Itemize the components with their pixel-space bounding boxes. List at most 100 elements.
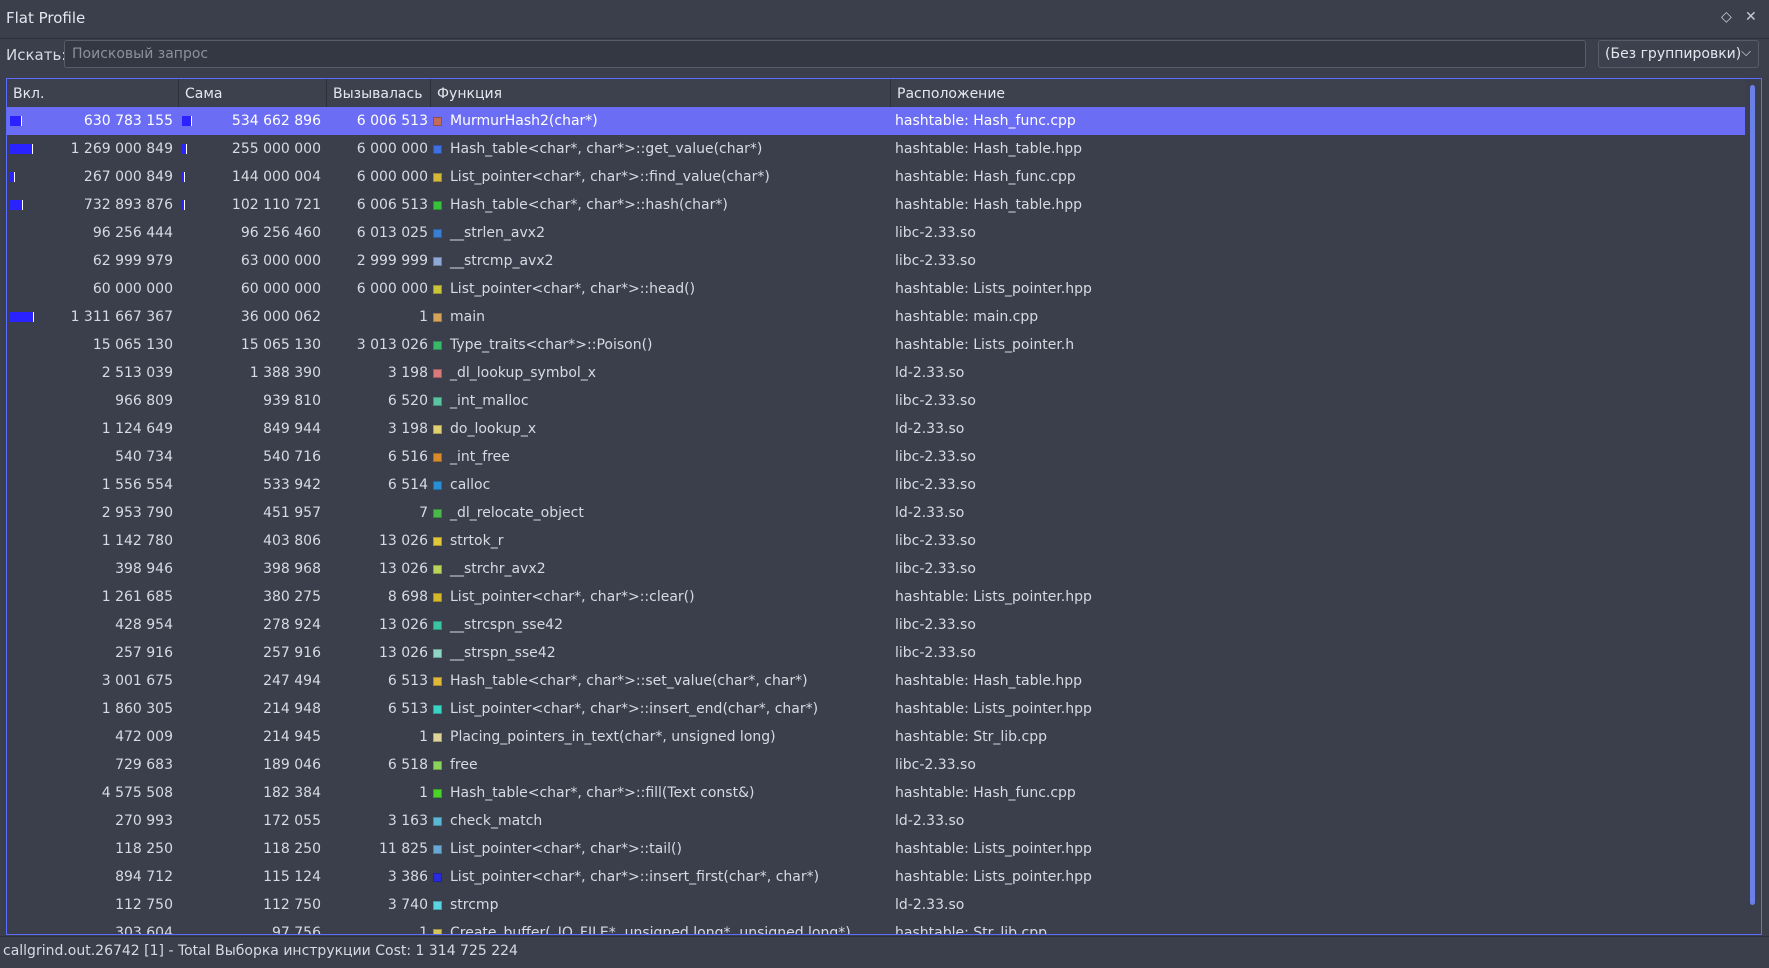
title-bar: Flat Profile ◇ ✕ [0,0,1769,39]
table-row[interactable]: 15 065 130 15 065 130 3 013 026 Type_traits… [7,331,1745,359]
function-cell: Create_buffer(_IO_FILE*, unsigned long*,… [433,919,889,934]
location: libc-2.33.so [895,449,976,465]
table-row[interactable]: 270 993 172 055 3 163 check_match ld-2.33.so [7,807,1745,835]
self-cost: 189 046 [263,757,321,773]
table-row[interactable]: 62 999 979 63 000 000 2 999 999 __strcmp_av… [7,247,1745,275]
table-row[interactable]: 112 750 112 750 3 740 strcmp ld-2.33.so [7,891,1745,919]
inclusive-cost: 4 575 508 [101,785,173,801]
inclusive-cost: 1 269 000 849 [70,141,173,157]
table-row[interactable]: 428 954 278 924 13 026 __strcspn_sse42 libc-… [7,611,1745,639]
function-name: __strcmp_avx2 [450,253,554,269]
table-row[interactable]: 118 250 118 250 11 825 List_pointer<char*, … [7,835,1745,863]
call-count: 6 006 513 [356,113,428,129]
function-cell: free [433,751,889,779]
call-count: 13 026 [379,533,428,549]
table-row[interactable]: 1 860 305 214 948 6 513 List_pointer<char*,… [7,695,1745,723]
table-row[interactable]: 257 916 257 916 13 026 __strspn_sse42 libc-2… [7,639,1745,667]
table-row[interactable]: 303 604 97 756 1 Create_buffer(_IO_FILE*, u… [7,919,1745,935]
call-count: 1 [419,309,428,325]
cost-color-square-icon [433,901,442,910]
function-cell: calloc [433,471,889,499]
column-header-location[interactable]: Расположение [891,79,1745,107]
table-row[interactable]: 1 269 000 849 255 000 000 6 000 000 Hash_ta… [7,135,1745,163]
table-row[interactable]: 96 256 444 96 256 460 6 013 025 __strlen_av… [7,219,1745,247]
search-input[interactable] [64,40,1586,68]
location: hashtable: Hash_func.cpp [895,169,1076,185]
self-cost: 214 948 [263,701,321,717]
grouping-select-value: (Без группировки) [1605,46,1742,62]
call-count: 1 [419,925,428,935]
table-row[interactable]: 732 893 876 102 110 721 6 006 513 Hash_tabl… [7,191,1745,219]
inclusive-cost: 2 953 790 [101,505,173,521]
scrollbar-thumb[interactable] [1750,85,1755,905]
table-row[interactable]: 966 809 939 810 6 520 _int_malloc libc-2.33.… [7,387,1745,415]
column-header-function[interactable]: Функция [431,79,891,107]
table-row[interactable]: 630 783 155 534 662 896 6 006 513 MurmurHas… [7,107,1745,135]
self-cost: 255 000 000 [231,141,321,157]
flat-profile-table[interactable]: Вкл. Сама Вызывалась Функция Расположени… [6,78,1762,935]
table-row[interactable]: 1 556 554 533 942 6 514 calloc libc-2.33.so [7,471,1745,499]
grouping-select[interactable]: (Без группировки) ⌵ [1598,40,1759,68]
self-cost: 451 957 [263,505,321,521]
table-row[interactable]: 398 946 398 968 13 026 __strchr_avx2 libc-2.… [7,555,1745,583]
location: hashtable: Str_lib.cpp [895,925,1047,935]
table-row[interactable]: 2 513 039 1 388 390 3 198 _dl_lookup_symbol… [7,359,1745,387]
inclusive-cost: 118 250 [115,841,173,857]
vertical-scrollbar[interactable] [1745,79,1761,934]
function-cell: __strcmp_avx2 [433,247,889,275]
table-row[interactable]: 60 000 000 60 000 000 6 000 000 List_pointe… [7,275,1745,303]
column-header-self[interactable]: Сама [179,79,327,107]
cost-color-square-icon [433,845,442,854]
location: ld-2.33.so [895,505,965,521]
inclusive-cost: 428 954 [115,617,173,633]
table-row[interactable]: 4 575 508 182 384 1 Hash_table<char*, char*… [7,779,1745,807]
call-count: 3 013 026 [356,337,428,353]
table-row[interactable]: 2 953 790 451 957 7 _dl_relocate_object ld-2… [7,499,1745,527]
table-row[interactable]: 1 142 780 403 806 13 026 strtok_r libc-2.33.… [7,527,1745,555]
location: libc-2.33.so [895,617,976,633]
location: hashtable: Hash_table.hpp [895,673,1083,689]
call-count: 3 198 [387,421,428,437]
self-cost: 849 944 [263,421,321,437]
table-row[interactable]: 540 734 540 716 6 516 _int_free libc-2.33.so [7,443,1745,471]
call-count: 2 999 999 [356,253,428,269]
inclusive-cost: 1 556 554 [101,477,173,493]
location: hashtable: Lists_pointer.hpp [895,589,1092,605]
cost-color-square-icon [433,873,442,882]
call-count: 6 518 [387,757,428,773]
call-count: 7 [419,505,428,521]
function-cell: __strchr_avx2 [433,555,889,583]
self-cost: 115 124 [263,869,321,885]
table-row[interactable]: 894 712 115 124 3 386 List_pointer<char*, c… [7,863,1745,891]
self-cost: 15 065 130 [240,337,321,353]
inclusive-cost: 1 261 685 [101,589,173,605]
location: hashtable: Lists_pointer.hpp [895,281,1092,297]
location: libc-2.33.so [895,225,976,241]
function-cell: _dl_lookup_symbol_x [433,359,889,387]
call-count: 6 000 000 [356,169,428,185]
location: libc-2.33.so [895,757,976,773]
function-cell: List_pointer<char*, char*>::insert_first… [433,863,889,891]
table-row[interactable]: 472 009 214 945 1 Placing_pointers_in_text(… [7,723,1745,751]
inclusive-cost: 1 860 305 [101,701,173,717]
table-row[interactable]: 267 000 849 144 000 004 6 000 000 List_poin… [7,163,1745,191]
column-header-called[interactable]: Вызывалась [327,79,431,107]
inclusive-cost: 540 734 [115,449,173,465]
cost-color-square-icon [433,369,442,378]
location: ld-2.33.so [895,421,965,437]
inclusive-cost: 257 916 [115,645,173,661]
table-row[interactable]: 3 001 675 247 494 6 513 Hash_table<char*, c… [7,667,1745,695]
location: hashtable: Str_lib.cpp [895,729,1047,745]
search-label: Искать: [6,46,67,64]
table-row[interactable]: 1 311 667 367 36 000 062 1 main hashtable: m… [7,303,1745,331]
float-icon[interactable]: ◇ [1721,9,1732,25]
column-header-inclusive[interactable]: Вкл. [7,79,179,107]
close-icon[interactable]: ✕ [1745,9,1757,25]
cost-color-square-icon [433,341,442,350]
table-row[interactable]: 1 261 685 380 275 8 698 List_pointer<char*,… [7,583,1745,611]
table-row[interactable]: 729 683 189 046 6 518 free libc-2.33.so [7,751,1745,779]
inclusive-cost: 966 809 [115,393,173,409]
table-row[interactable]: 1 124 649 849 944 3 198 do_lookup_x ld-2.33.… [7,415,1745,443]
self-cost: 534 662 896 [231,113,321,129]
call-count: 6 513 [387,673,428,689]
